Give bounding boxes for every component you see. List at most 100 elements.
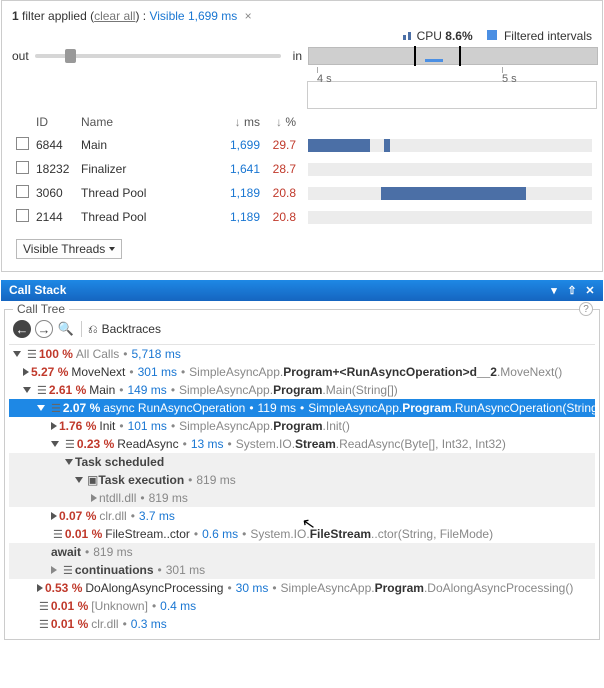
table-row[interactable]: 6844Main1,69929.7 <box>2 133 602 157</box>
expand-icon[interactable] <box>51 512 57 520</box>
visible-threads-dropdown[interactable]: Visible Threads <box>16 239 122 259</box>
legend-filtered: Filtered intervals <box>487 29 592 43</box>
fn: Main <box>89 383 115 397</box>
tree-node-doalong[interactable]: 0.53 % DoAlongAsyncProcessing • 30 ms • … <box>9 579 595 597</box>
tree-node-init[interactable]: 1.76 % Init • 101 ms • SimpleAsyncApp.Pr… <box>9 417 595 435</box>
tree-node-readasync[interactable]: ☰ 0.23 % ReadAsync • 13 ms • System.IO.S… <box>9 435 595 453</box>
pin-icon[interactable]: ⇧ <box>565 283 579 297</box>
fn: MoveNext <box>71 365 125 379</box>
col-pct[interactable]: ↓ % <box>266 115 302 129</box>
backtraces-icon: ⎌ <box>88 322 98 337</box>
ms: 819 ms <box>196 473 235 487</box>
visible-threads-label: Visible Threads <box>23 242 105 256</box>
tree-node-ntdll[interactable]: ntdll.dll • 819 ms <box>9 489 595 507</box>
overview-timeline[interactable] <box>308 47 598 65</box>
expand-icon[interactable] <box>37 405 45 411</box>
expand-icon[interactable] <box>51 422 57 430</box>
pct: 0.01 % <box>51 599 88 613</box>
checkbox[interactable] <box>16 185 29 198</box>
fn: Init <box>99 419 115 433</box>
filter-value: 1,699 ms <box>188 9 237 23</box>
ms: 301 ms <box>166 563 205 577</box>
tree-node-continuations[interactable]: ☰ continuations • 301 ms <box>9 561 595 579</box>
tree-node-clr03[interactable]: ☰ 0.01 % clr.dll • 0.3 ms <box>9 615 595 633</box>
col-ms[interactable]: ↓ ms <box>216 115 266 129</box>
path: System.IO.FileStream..ctor(String, FileM… <box>250 527 493 541</box>
checkbox[interactable] <box>16 137 29 150</box>
path: SimpleAsyncApp.Program.Init() <box>179 419 350 433</box>
table-row[interactable]: 2144Thread Pool1,18920.8 <box>2 205 602 229</box>
expand-icon[interactable] <box>37 584 43 592</box>
expand-icon[interactable] <box>23 368 29 376</box>
bar-chart-icon <box>403 32 413 40</box>
fn: ReadAsync <box>117 437 178 451</box>
col-id[interactable]: ID <box>36 115 81 129</box>
filter-icon: ☰ <box>35 384 49 397</box>
backtraces-button[interactable]: ⎌ Backtraces <box>88 322 161 337</box>
expand-icon[interactable] <box>65 459 73 465</box>
search-button[interactable]: 🔍 <box>57 320 75 338</box>
tree-root[interactable]: ☰ 100 % All Calls • 5,718 ms <box>9 345 595 363</box>
clear-all-link[interactable]: clear all <box>94 9 135 23</box>
selection-handle-left[interactable] <box>414 46 416 66</box>
expand-icon[interactable] <box>51 566 57 574</box>
filter-icon: ☰ <box>25 348 39 361</box>
threads-header: ID Name ↓ ms ↓ % <box>2 109 602 133</box>
zoom-thumb[interactable] <box>65 49 76 63</box>
tree-node-task-execution[interactable]: ▣ Task execution • 819 ms <box>9 471 595 489</box>
pct: 100 % <box>39 347 73 361</box>
tree-node-unknown[interactable]: ☰ 0.01 % [Unknown] • 0.4 ms <box>9 597 595 615</box>
ms: 101 ms <box>128 419 167 433</box>
help-icon[interactable]: ? <box>579 302 593 316</box>
expand-icon[interactable] <box>91 494 97 502</box>
checkbox[interactable] <box>16 209 29 222</box>
fn: [Unknown] <box>91 599 148 613</box>
tree-body: ☰ 100 % All Calls • 5,718 ms 5.27 % Move… <box>9 345 595 633</box>
tree-node-clr37[interactable]: 0.07 % clr.dll • 3.7 ms <box>9 507 595 525</box>
selection-handle-right[interactable] <box>459 46 461 66</box>
table-row[interactable]: 18232Finalizer1,64128.7 <box>2 157 602 181</box>
ms: 13 ms <box>191 437 224 451</box>
tree-node-task-scheduled[interactable]: Task scheduled <box>9 453 595 471</box>
tree-node-main[interactable]: ☰ 2.61 % Main • 149 ms • SimpleAsyncApp.… <box>9 381 595 399</box>
ms: 0.4 ms <box>160 599 196 613</box>
filter-icon: ☰ <box>51 528 65 541</box>
ms: 0.3 ms <box>131 617 167 631</box>
fn: await <box>51 545 81 559</box>
path: SimpleAsyncApp.Program.RunAsyncOperation… <box>308 401 595 415</box>
expand-icon[interactable] <box>13 351 21 357</box>
close-icon[interactable]: ✕ <box>583 283 597 297</box>
pct: 1.76 % <box>59 419 96 433</box>
legend-swatch-icon <box>487 30 497 40</box>
col-name[interactable]: Name <box>81 115 216 129</box>
tree-node-runasync-selected[interactable]: ☰ 2.07 % async RunAsyncOperation • 119 m… <box>9 399 595 417</box>
thread-bar[interactable] <box>308 187 592 200</box>
tree-node-await[interactable]: await • 819 ms <box>9 543 595 561</box>
tree-node-movenext[interactable]: 5.27 % MoveNext • 301 ms • SimpleAsyncAp… <box>9 363 595 381</box>
remove-filter-icon[interactable]: × <box>245 9 252 23</box>
expand-icon[interactable] <box>51 441 59 447</box>
visible-filter-link[interactable]: Visible 1,699 ms <box>149 9 240 23</box>
ms: 119 ms <box>258 401 296 415</box>
tree-node-filestream[interactable]: ☰ 0.01 % FileStream..ctor • 0.6 ms • Sys… <box>9 525 595 543</box>
thread-bar[interactable] <box>308 211 592 224</box>
zoom-slider[interactable] <box>35 54 281 58</box>
nav-back-button[interactable]: ← <box>13 320 31 338</box>
ruler-tick-5s: 5 s <box>502 67 517 85</box>
nav-forward-button[interactable]: → <box>35 320 53 338</box>
pct: 2.07 % <box>63 401 100 415</box>
filter-icon: ☰ <box>37 600 51 613</box>
ms: 5,718 ms <box>131 347 180 361</box>
expand-icon[interactable] <box>75 477 83 483</box>
window-menu-icon[interactable]: ▾ <box>547 283 561 297</box>
cpu-sparkline[interactable] <box>307 81 597 109</box>
table-row[interactable]: 3060Thread Pool1,18920.8 <box>2 181 602 205</box>
thread-bar[interactable] <box>308 139 592 152</box>
thread-bar[interactable] <box>308 163 592 176</box>
checkbox[interactable] <box>16 161 29 174</box>
callstack-pane-header[interactable]: Call Stack ▾ ⇧ ✕ <box>1 280 603 301</box>
fn: DoAlongAsyncProcessing <box>85 581 223 595</box>
fn: Task scheduled <box>75 455 164 469</box>
expand-icon[interactable] <box>23 387 31 393</box>
calltree-toolbar: ← → 🔍 ⎌ Backtraces <box>9 316 595 345</box>
